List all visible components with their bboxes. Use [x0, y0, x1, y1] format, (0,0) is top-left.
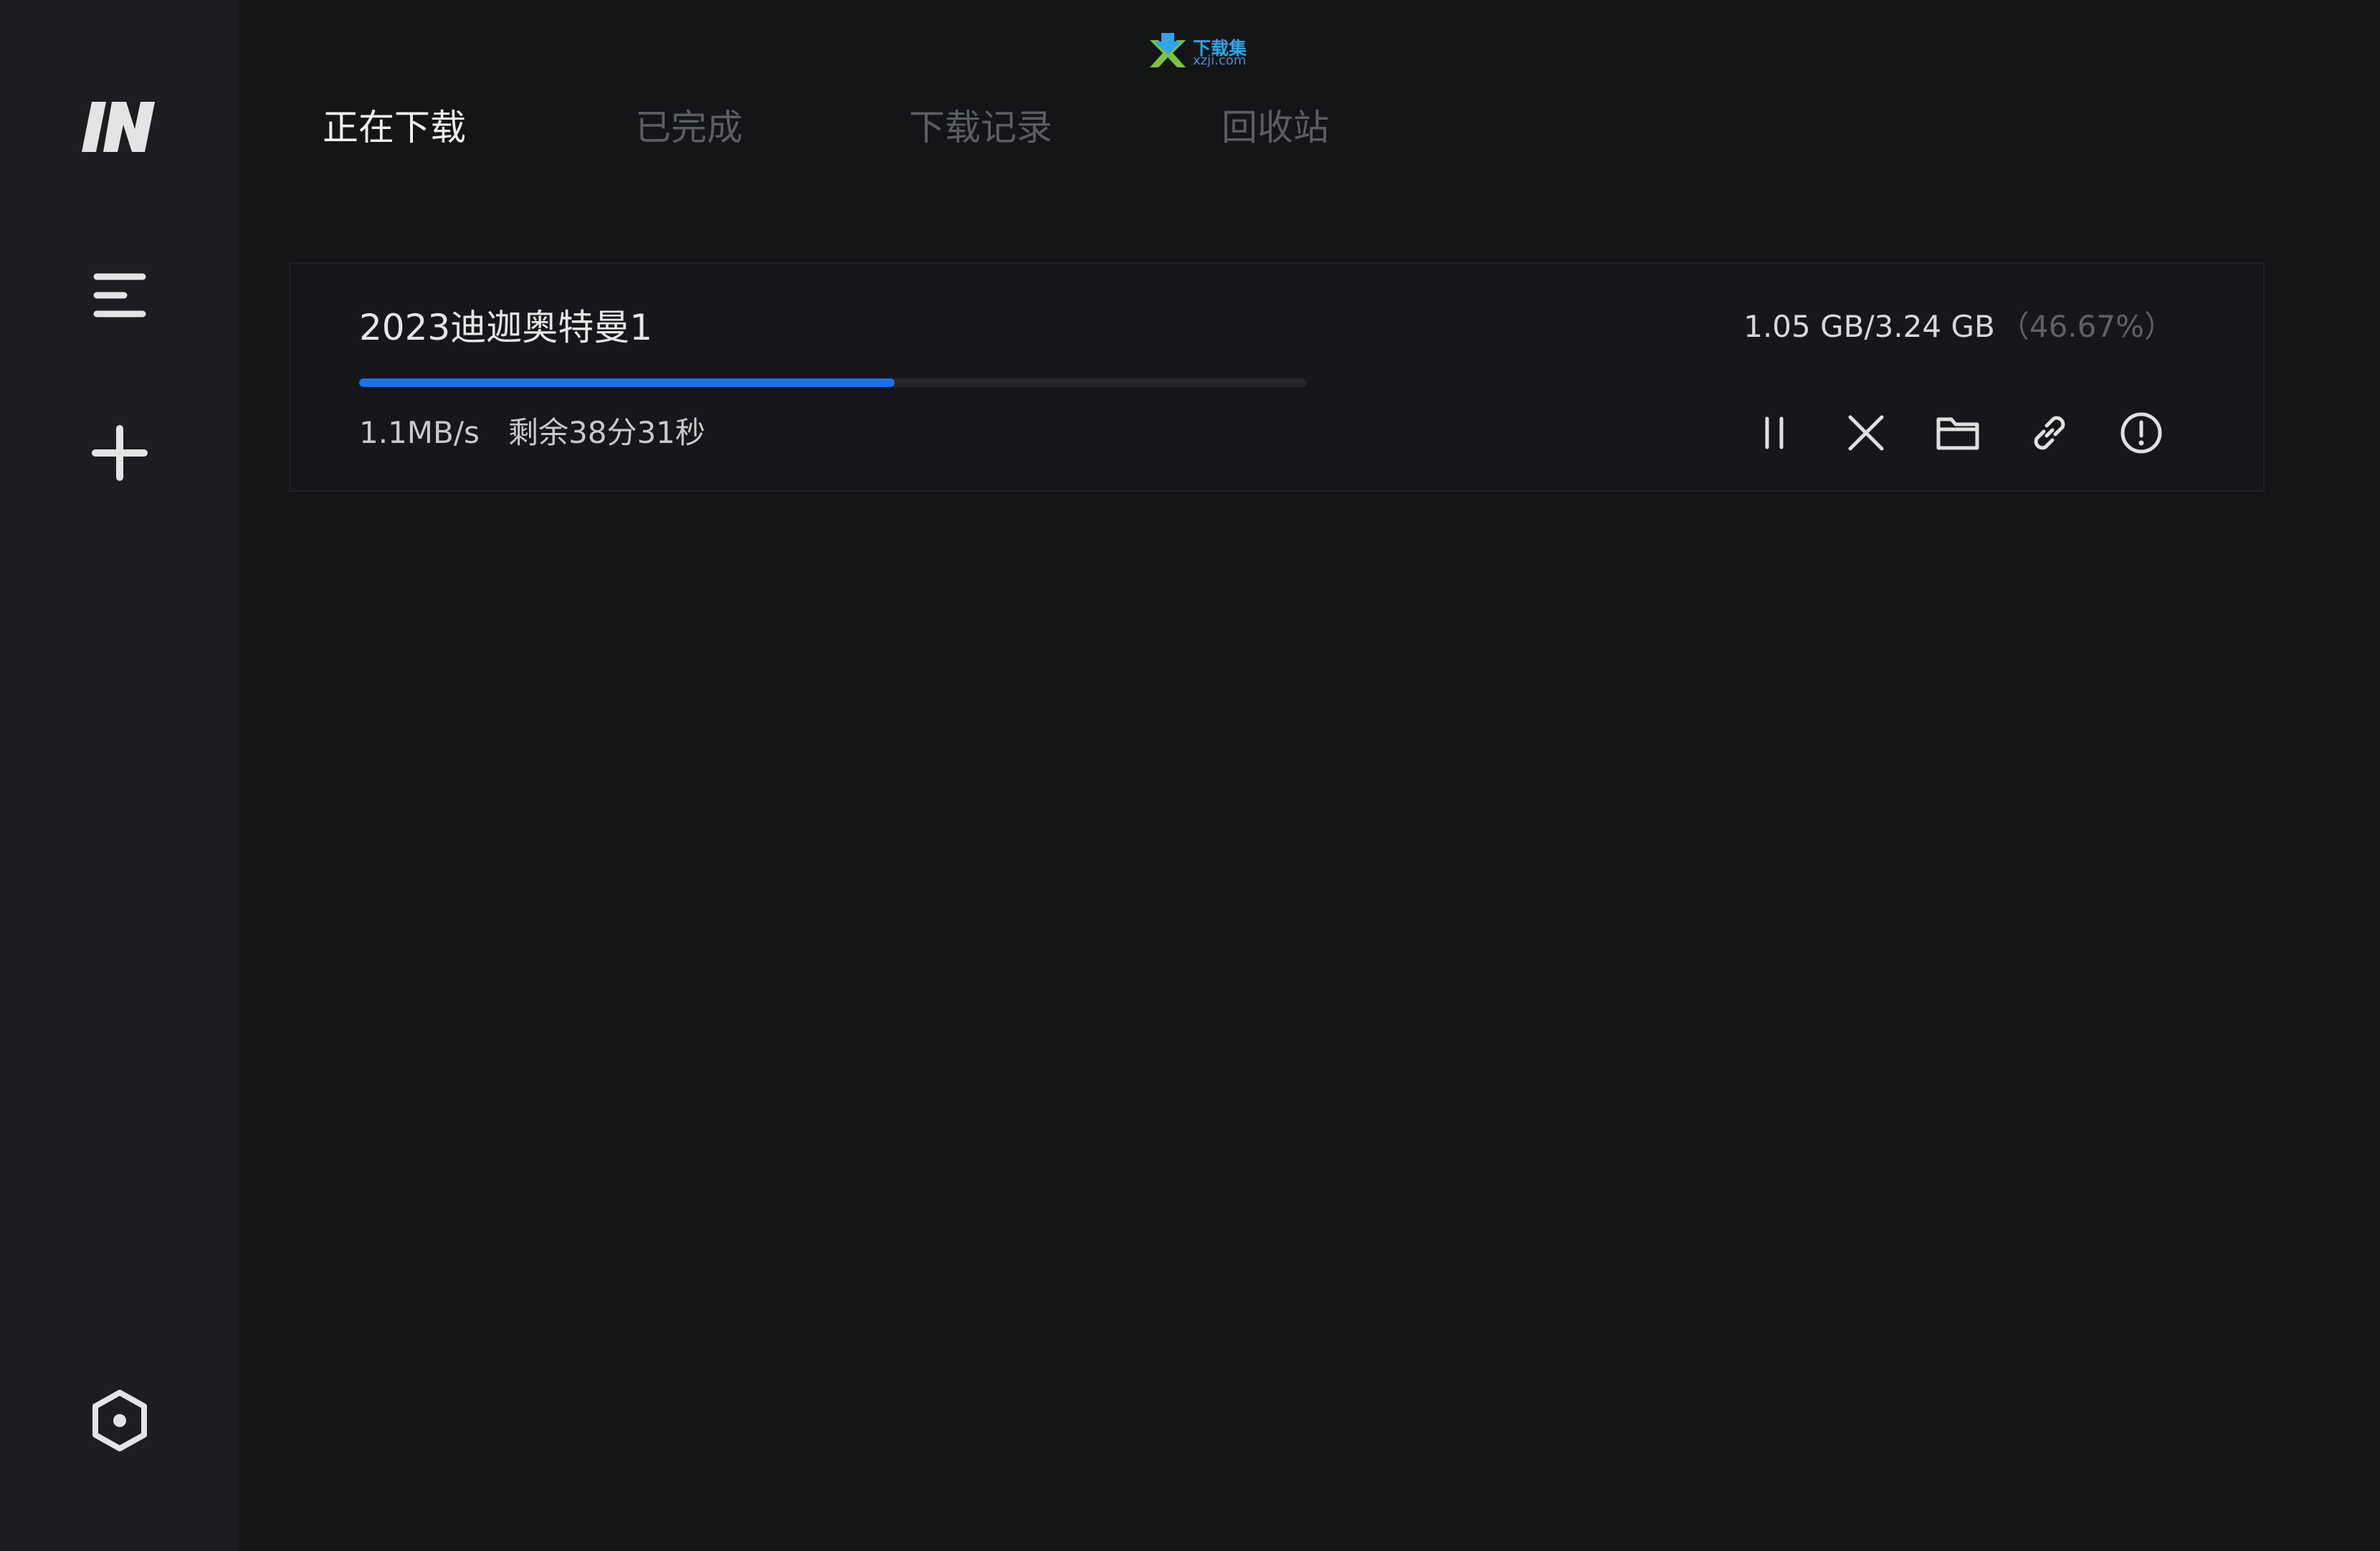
- download-speed: 1.1MB/s: [359, 415, 480, 450]
- file-size: 1.05 GB/3.24 GB （46.67%）: [1743, 305, 2174, 348]
- tab-completed[interactable]: 已完成: [635, 100, 743, 155]
- size-progress-text: 1.05 GB/3.24 GB: [1743, 309, 1995, 344]
- cancel-download-button[interactable]: [1839, 407, 1893, 462]
- settings-hexagon-icon: [90, 1388, 150, 1456]
- link-icon: [2028, 411, 2071, 457]
- progress-fill: [359, 378, 895, 387]
- sidebar: [0, 0, 239, 1551]
- time-remaining: 剩余38分31秒: [508, 415, 705, 450]
- info-icon: [2119, 411, 2164, 458]
- in-logo-icon: [80, 92, 159, 161]
- watermark-url: xzji.com: [1193, 53, 1247, 68]
- menu-button[interactable]: [82, 259, 157, 334]
- details-button[interactable]: [2114, 407, 2169, 462]
- percent-text: （46.67%）: [1999, 309, 2174, 344]
- watermark-logo: 下载集 xzji.com: [1147, 32, 1255, 72]
- pause-icon: [1758, 414, 1790, 454]
- download-item[interactable]: 2023迪迦奥特曼1 1.05 GB/3.24 GB （46.67%） 1.1MB…: [289, 262, 2265, 492]
- settings-button[interactable]: [82, 1385, 157, 1459]
- close-icon: [1846, 413, 1886, 456]
- plus-icon: [91, 424, 148, 485]
- open-folder-button[interactable]: [1931, 407, 1985, 462]
- folder-icon: [1936, 414, 1980, 455]
- tab-downloading[interactable]: 正在下载: [323, 100, 466, 155]
- app-window: 下载集 xzji.com 正在下载 已完成 下载记录 回收站 2023迪迦奥特曼…: [0, 0, 2380, 1551]
- copy-link-button[interactable]: [2022, 407, 2077, 462]
- pause-button[interactable]: [1747, 407, 1801, 462]
- tab-recycle-bin[interactable]: 回收站: [1222, 100, 1329, 155]
- tab-download-history[interactable]: 下载记录: [909, 100, 1052, 155]
- menu-icon: [91, 269, 148, 324]
- progress-bar: [359, 378, 1307, 387]
- add-download-button[interactable]: [82, 417, 157, 492]
- watermark-x-icon: [1150, 33, 1186, 67]
- file-name: 2023迪迦奥特曼1: [359, 307, 653, 348]
